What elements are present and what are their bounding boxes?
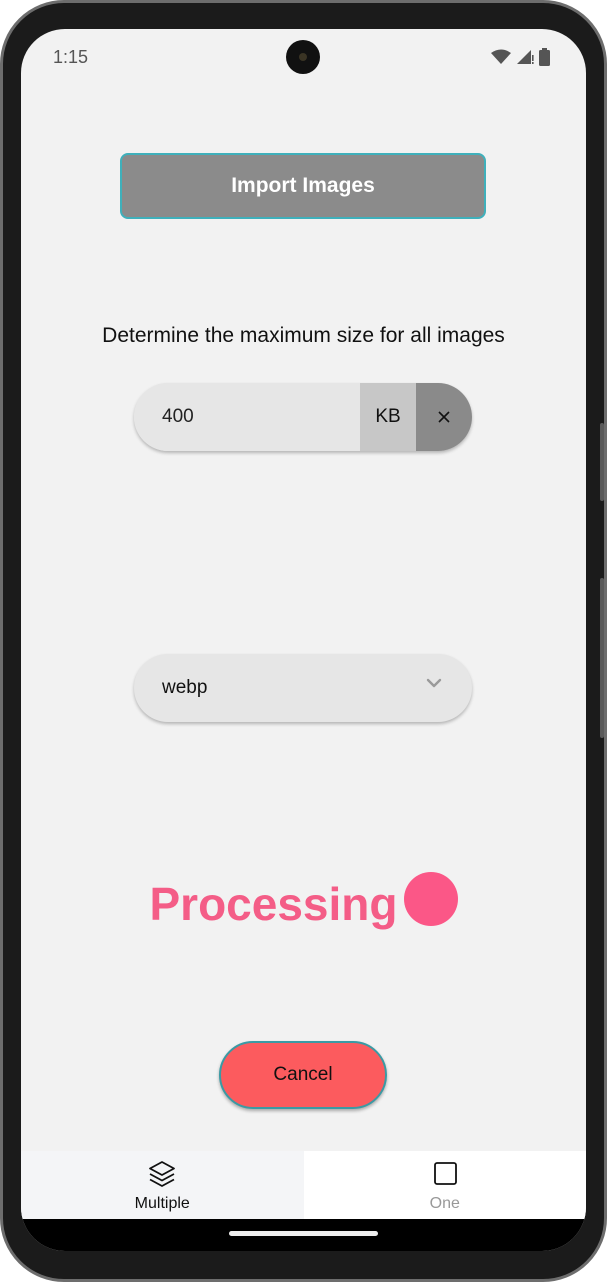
gesture-bar	[21, 1219, 586, 1251]
nav-label-one: One	[429, 1195, 460, 1212]
processing-dot	[403, 872, 458, 926]
clear-size-button[interactable]	[416, 383, 472, 451]
processing-label: Processing	[149, 878, 398, 930]
home-indicator[interactable]	[229, 1231, 378, 1236]
status-bar: 1:15	[21, 29, 586, 85]
processing-indicator: Processing	[21, 869, 586, 939]
chevron-down-icon	[426, 678, 442, 688]
camera-lens	[299, 53, 307, 61]
layers-icon	[149, 1161, 176, 1187]
status-icons	[491, 47, 550, 67]
max-size-field: 400 KB	[134, 383, 472, 451]
format-selected-value: webp	[162, 677, 208, 698]
front-camera	[286, 40, 320, 74]
cancel-button[interactable]: Cancel	[219, 1041, 387, 1109]
size-unit-label: KB	[360, 383, 416, 451]
max-size-input[interactable]: 400	[134, 383, 360, 451]
nav-label-multiple: Multiple	[134, 1195, 190, 1212]
app-screen: 1:15 Import Images Determine the maximum…	[21, 29, 586, 1251]
signal-icon	[517, 50, 534, 64]
format-dropdown[interactable]: webp	[134, 654, 472, 722]
wifi-icon	[491, 49, 511, 64]
status-time: 1:15	[53, 47, 89, 67]
power-button	[600, 423, 604, 501]
nav-item-one[interactable]: One	[303, 1151, 586, 1219]
battery-icon	[539, 48, 550, 66]
phone-frame: 1:15 Import Images Determine the maximum…	[0, 0, 607, 1282]
close-icon	[438, 411, 450, 423]
nav-item-multiple[interactable]: Multiple	[21, 1151, 304, 1219]
max-size-instruction: Determine the maximum size for all image…	[102, 324, 505, 347]
bottom-navigation: Multiple One	[21, 1151, 586, 1219]
square-icon	[433, 1162, 457, 1185]
import-images-button[interactable]: Import Images	[120, 153, 486, 219]
volume-button	[600, 578, 604, 738]
